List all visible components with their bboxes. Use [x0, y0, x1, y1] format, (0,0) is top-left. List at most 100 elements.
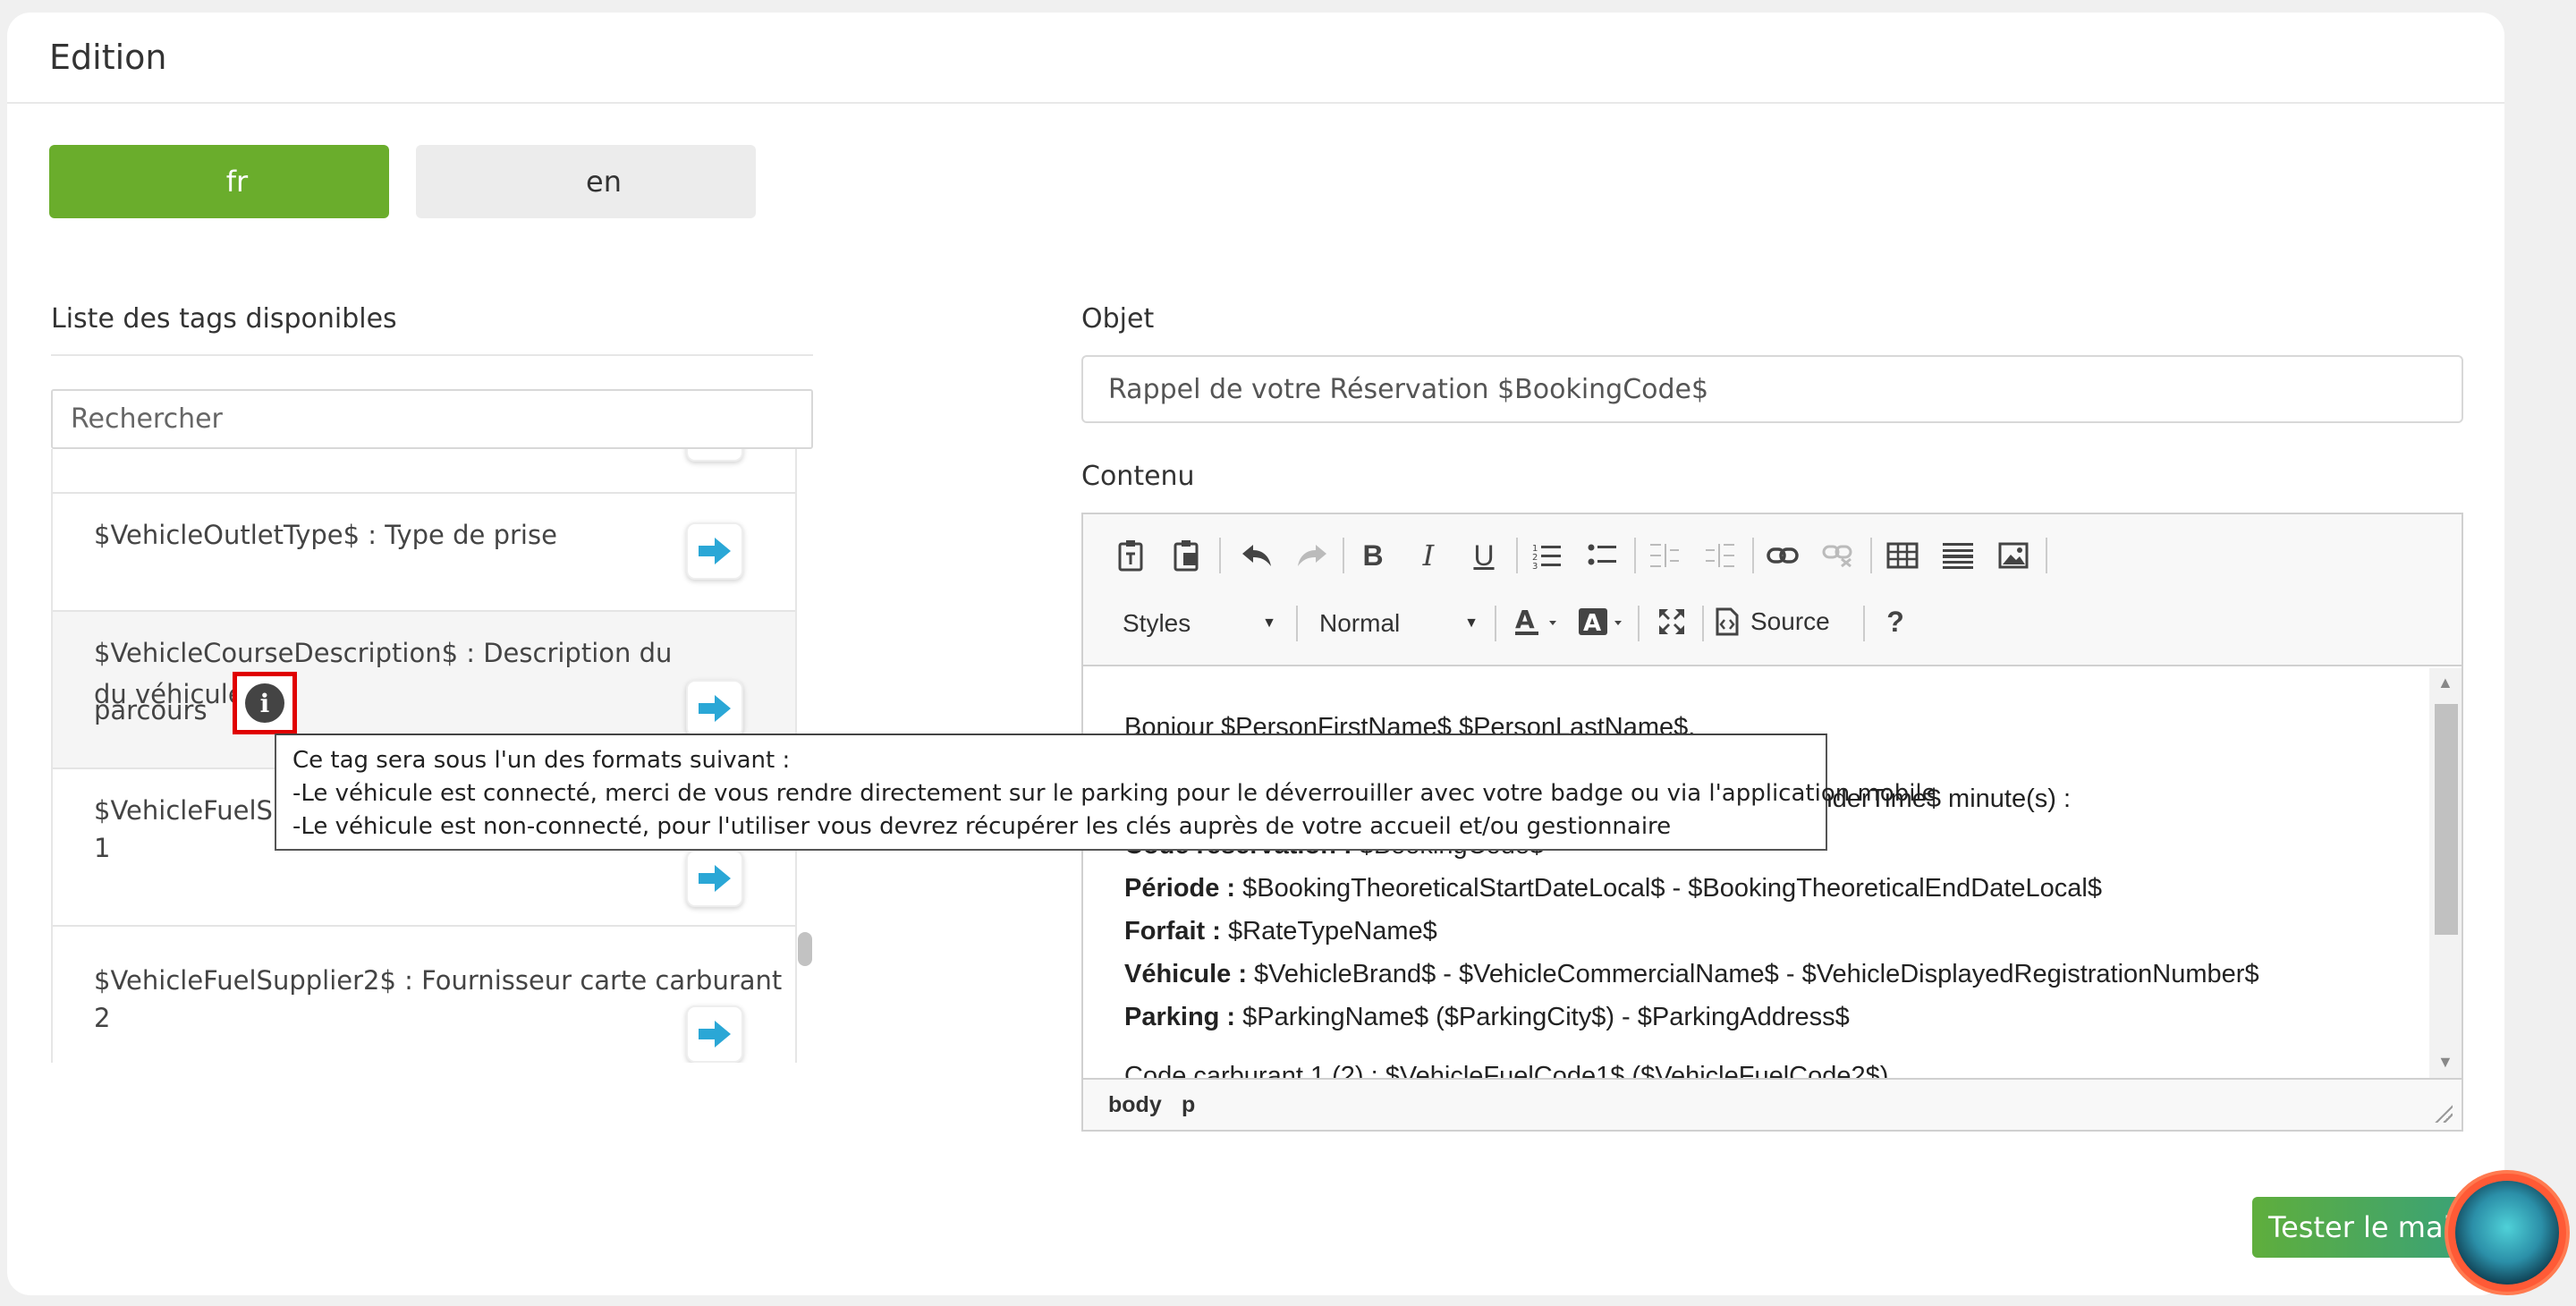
- insert-tag-button[interactable]: [686, 680, 743, 737]
- toolbar-separator: [1752, 538, 1754, 573]
- format-dropdown-label: Normal: [1319, 609, 1401, 637]
- list-item: [53, 449, 795, 494]
- scroll-down-icon[interactable]: ▼: [2437, 1053, 2453, 1072]
- insert-tag-button[interactable]: [686, 522, 743, 580]
- editor-scrollbar-thumb[interactable]: [2435, 704, 2458, 935]
- list-item[interactable]: $VehicleFuelSupplier2$ : Fournisseur car…: [53, 927, 795, 1063]
- svg-text:A: A: [1583, 610, 1601, 637]
- format-dropdown[interactable]: Normal ▼: [1319, 602, 1479, 645]
- svg-text:3: 3: [1532, 562, 1538, 569]
- image-button[interactable]: [1992, 534, 2035, 577]
- bulleted-list-button[interactable]: [1580, 534, 1623, 577]
- svg-text:A: A: [1515, 606, 1535, 634]
- background-color-button[interactable]: A: [1573, 600, 1631, 643]
- maximize-icon: [1659, 609, 1684, 634]
- editor-content[interactable]: Bonjour $PersonFirstName$ $PersonLastNam…: [1083, 668, 2462, 1078]
- paste-text-icon: [1118, 540, 1143, 572]
- paste-word-icon: [1174, 540, 1199, 572]
- assistant-bot-avatar[interactable]: [2445, 1170, 2570, 1295]
- card-title: Edition: [49, 38, 167, 77]
- content-line: Parking : $ParkingName$ ($ParkingCity$) …: [1124, 1003, 1850, 1031]
- background-color-icon: A: [1579, 608, 1622, 637]
- toolbar-separator: [2046, 538, 2047, 573]
- indent-icon: [1706, 544, 1734, 567]
- insert-tag-button[interactable]: [686, 850, 743, 907]
- redo-button[interactable]: [1291, 534, 1334, 577]
- toolbar-separator: [1634, 538, 1636, 573]
- unlink-button[interactable]: [1817, 534, 1860, 577]
- help-button[interactable]: ?: [1874, 600, 1917, 643]
- arrow-right-icon: [699, 865, 731, 892]
- bold-icon: B: [1362, 539, 1384, 572]
- chevron-down-icon: ▼: [1464, 615, 1479, 631]
- info-icon: i: [245, 683, 284, 723]
- image-icon: [1998, 542, 2029, 569]
- tag-search-input[interactable]: [51, 389, 813, 449]
- bold-button[interactable]: B: [1352, 534, 1394, 577]
- paste-text-button[interactable]: [1110, 534, 1153, 577]
- list-item[interactable]: $VehicleOutletType$ : Type de prise: [53, 494, 795, 612]
- styles-dropdown[interactable]: Styles ▼: [1123, 602, 1276, 645]
- undo-icon: [1242, 545, 1271, 566]
- text-color-button[interactable]: A: [1509, 600, 1566, 643]
- test-mail-button[interactable]: Tester le mail: [2252, 1197, 2467, 1258]
- object-input[interactable]: [1081, 355, 2463, 423]
- resize-grip-icon[interactable]: [2433, 1103, 2453, 1123]
- toolbar-separator: [1863, 606, 1865, 641]
- arrow-right-icon: [699, 695, 731, 722]
- editor-toolbar: B I U 123 Styles ▼ Normal ▼ A A Source ?: [1083, 514, 2462, 666]
- help-icon: ?: [1886, 605, 1904, 638]
- maximize-button[interactable]: [1650, 600, 1693, 643]
- horizontal-rule-button[interactable]: [1936, 534, 1979, 577]
- content-line: Forfait : $RateTypeName$: [1124, 917, 1437, 946]
- toolbar-separator: [1219, 538, 1221, 573]
- redo-icon: [1298, 545, 1326, 566]
- underline-icon: U: [1473, 539, 1495, 572]
- numbered-list-button[interactable]: 123: [1525, 534, 1568, 577]
- unlink-icon: [1822, 545, 1852, 567]
- source-button[interactable]: Source: [1715, 600, 1849, 643]
- editor-scrollbar[interactable]: ▲ ▼: [2429, 668, 2462, 1078]
- insert-tag-button[interactable]: [686, 1005, 743, 1063]
- outdent-button[interactable]: [1643, 534, 1686, 577]
- arrow-right-icon: [699, 1021, 731, 1047]
- tag-info-button[interactable]: i: [233, 672, 297, 734]
- bulleted-list-icon: [1588, 544, 1616, 565]
- link-icon: [1767, 547, 1799, 564]
- tag-info-tooltip: Ce tag sera sous l'un des formats suivan…: [275, 734, 1936, 851]
- undo-button[interactable]: [1235, 534, 1278, 577]
- insert-tag-button[interactable]: [686, 449, 743, 462]
- tooltip-line: Ce tag sera sous l'un des formats suivan…: [292, 747, 791, 774]
- source-icon: [1716, 607, 1739, 636]
- indent-button[interactable]: [1699, 534, 1741, 577]
- element-path-body[interactable]: body: [1108, 1092, 1162, 1118]
- toolbar-separator: [1870, 538, 1872, 573]
- paste-word-button[interactable]: [1165, 534, 1208, 577]
- toolbar-separator: [1343, 538, 1344, 573]
- tooltip-line: -Le véhicule est non-connecté, pour l'ut…: [292, 813, 1672, 840]
- underline-button[interactable]: U: [1462, 534, 1505, 577]
- content-label: Contenu: [1081, 461, 1195, 492]
- tag-list-scrollbar[interactable]: [798, 932, 812, 966]
- content-line: Code carburant 1 (2) : $VehicleFuelCode1…: [1124, 1062, 1889, 1078]
- object-label: Objet: [1081, 303, 1155, 335]
- tooltip-line: -Le véhicule est connecté, merci de vous…: [292, 780, 1936, 807]
- toolbar-separator: [1296, 606, 1298, 641]
- tags-heading: Liste des tags disponibles: [51, 303, 397, 335]
- scroll-up-icon[interactable]: ▲: [2437, 674, 2453, 692]
- numbered-list-icon: 123: [1532, 544, 1561, 569]
- robot-icon: [2455, 1181, 2559, 1285]
- element-path-p[interactable]: p: [1182, 1092, 1195, 1118]
- toolbar-separator: [1702, 606, 1704, 641]
- chevron-down-icon: ▼: [1262, 615, 1276, 631]
- tags-divider: [51, 354, 813, 356]
- content-line: Période : $BookingTheoreticalStartDateLo…: [1124, 874, 2102, 903]
- italic-button[interactable]: I: [1407, 534, 1450, 577]
- table-button[interactable]: [1881, 534, 1924, 577]
- italic-icon: I: [1422, 539, 1435, 572]
- lang-tab-en[interactable]: en: [416, 145, 756, 218]
- lang-tab-fr[interactable]: fr: [49, 145, 389, 218]
- table-icon: [1886, 542, 1919, 569]
- link-button[interactable]: [1761, 534, 1804, 577]
- outdent-icon: [1650, 544, 1679, 567]
